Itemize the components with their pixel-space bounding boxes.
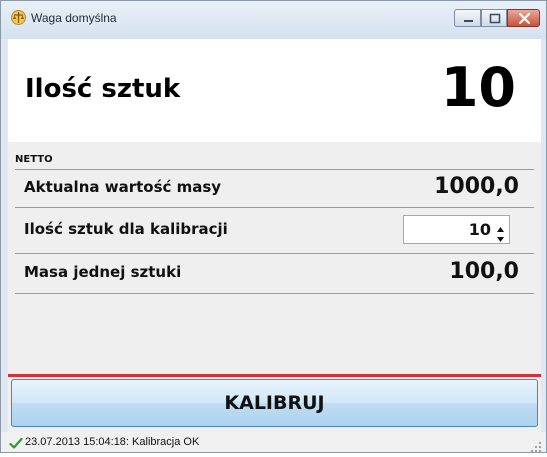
row-divider — [15, 293, 534, 294]
accent-divider — [8, 374, 541, 377]
close-icon — [518, 12, 531, 25]
window-title: Waga domyślna — [31, 11, 117, 25]
checkmark-icon — [9, 435, 23, 449]
spinner-up-icon[interactable] — [495, 219, 506, 232]
unit-mass-row: Masa jednej sztuki 100,0 — [15, 253, 534, 290]
client-area: Ilość sztuk 10 NETTO Aktualna wartość ma… — [8, 39, 541, 432]
calibration-count-spinner[interactable]: 10 — [403, 215, 510, 244]
status-message: 23.07.2013 15:04:18: Kalibracja OK — [25, 436, 200, 448]
calibration-count-value[interactable]: 10 — [469, 220, 491, 240]
close-button[interactable] — [507, 9, 540, 27]
scale-icon — [10, 9, 27, 26]
unit-mass-value: 100,0 — [449, 259, 519, 284]
calibrate-button[interactable]: KALIBRUJ — [11, 379, 538, 427]
piece-count-label: Ilość sztuk — [25, 74, 181, 104]
netto-label: NETTO — [15, 154, 53, 165]
resize-grip-icon[interactable] — [530, 438, 542, 452]
minimize-icon — [464, 20, 473, 22]
piece-count-panel: Ilość sztuk 10 — [8, 39, 541, 142]
application-window: Waga domyślna Ilość sztuk 10 NETTO Aktua… — [0, 0, 547, 453]
piece-count-value: 10 — [440, 56, 516, 119]
calibration-count-label: Ilość sztuk dla kalibracji — [24, 220, 228, 238]
maximize-icon — [489, 13, 501, 24]
maximize-button[interactable] — [481, 9, 507, 27]
current-mass-row: Aktualna wartość masy 1000,0 — [15, 169, 534, 206]
minimize-button[interactable] — [454, 9, 481, 27]
unit-mass-label: Masa jednej sztuki — [24, 263, 182, 281]
status-bar: 23.07.2013 15:04:18: Kalibracja OK — [1, 432, 546, 452]
spinner-down-icon[interactable] — [495, 230, 506, 242]
current-mass-label: Aktualna wartość masy — [24, 178, 222, 196]
current-mass-value: 1000,0 — [434, 174, 519, 199]
title-bar[interactable]: Waga domyślna — [1, 1, 546, 39]
